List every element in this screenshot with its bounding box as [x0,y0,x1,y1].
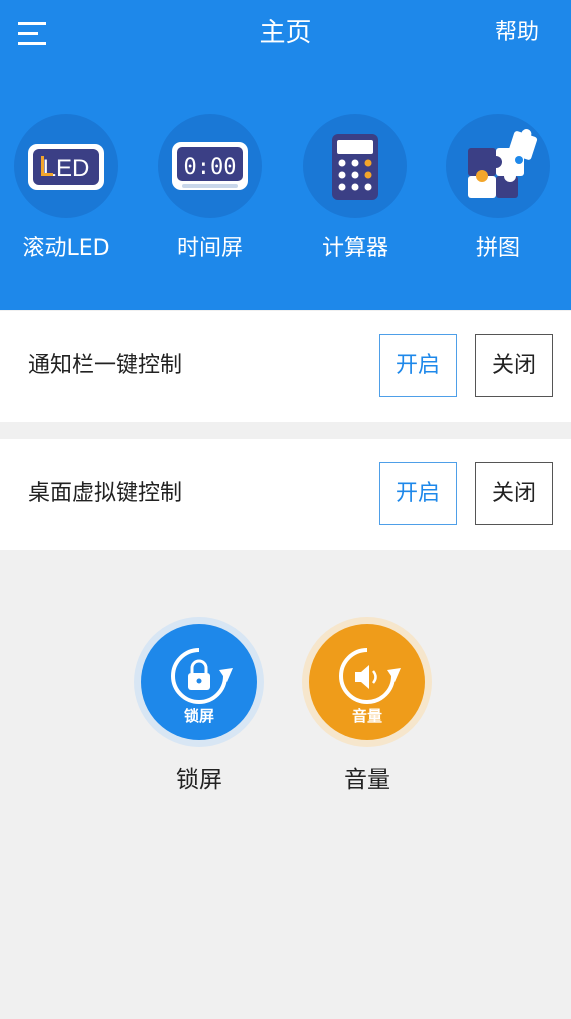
notification-bar-disable-button[interactable]: 关闭 [475,334,553,397]
page-title: 主页 [259,18,312,48]
volume-button[interactable]: 音量 [302,617,432,747]
lock-screen-shortcut[interactable]: 锁屏 锁屏 [132,617,266,795]
virtual-key-disable-button[interactable]: 关闭 [475,462,553,525]
feature-label: 时间屏 [176,236,243,261]
lock-rotate-icon: 锁屏 [141,624,257,740]
svg-text:LED: LED [43,155,90,182]
shortcut-label: 音量 [344,767,390,793]
feature-calculator[interactable]: 计算器 [285,114,425,264]
help-button[interactable]: 帮助 [495,18,539,48]
svg-text:0:00: 0:00 [184,155,237,180]
shortcut-label: 锁屏 [176,767,222,793]
feature-time-screen[interactable]: 0:00 时间屏 [140,114,280,264]
feature-scrolling-led[interactable]: LED 滚动LED [0,114,136,264]
feature-grid: LED 滚动LED 0:00 时间屏 计算器 拼图 [0,114,571,274]
notification-bar-control-row: 通知栏一键控制 开启 关闭 [0,311,571,422]
feature-label: 计算器 [321,236,388,261]
led-sign-icon: LED [14,114,118,218]
row-label: 桌面虚拟键控制 [28,481,183,506]
virtual-key-control-row: 桌面虚拟键控制 开启 关闭 [0,439,571,550]
header-banner: 主页 帮助 LED 滚动LED 0:00 时间屏 计算器 拼图 [0,0,571,310]
row-label: 通知栏一键控制 [28,353,183,378]
feature-label: 拼图 [475,236,520,261]
lock-inner-label: 锁屏 [183,707,214,725]
volume-inner-label: 音量 [351,707,382,725]
feature-label: 滚动LED [22,236,110,261]
lock-screen-button[interactable]: 锁屏 [134,617,264,747]
virtual-key-enable-button[interactable]: 开启 [379,462,457,525]
calculator-icon [303,114,407,218]
digital-clock-icon: 0:00 [158,114,262,218]
app-header: 主页 帮助 [0,0,571,68]
notification-bar-enable-button[interactable]: 开启 [379,334,457,397]
feature-puzzle[interactable]: 拼图 [428,114,568,264]
volume-shortcut[interactable]: 音量 音量 [300,617,434,795]
puzzle-icon [446,114,550,218]
volume-rotate-icon: 音量 [309,624,425,740]
